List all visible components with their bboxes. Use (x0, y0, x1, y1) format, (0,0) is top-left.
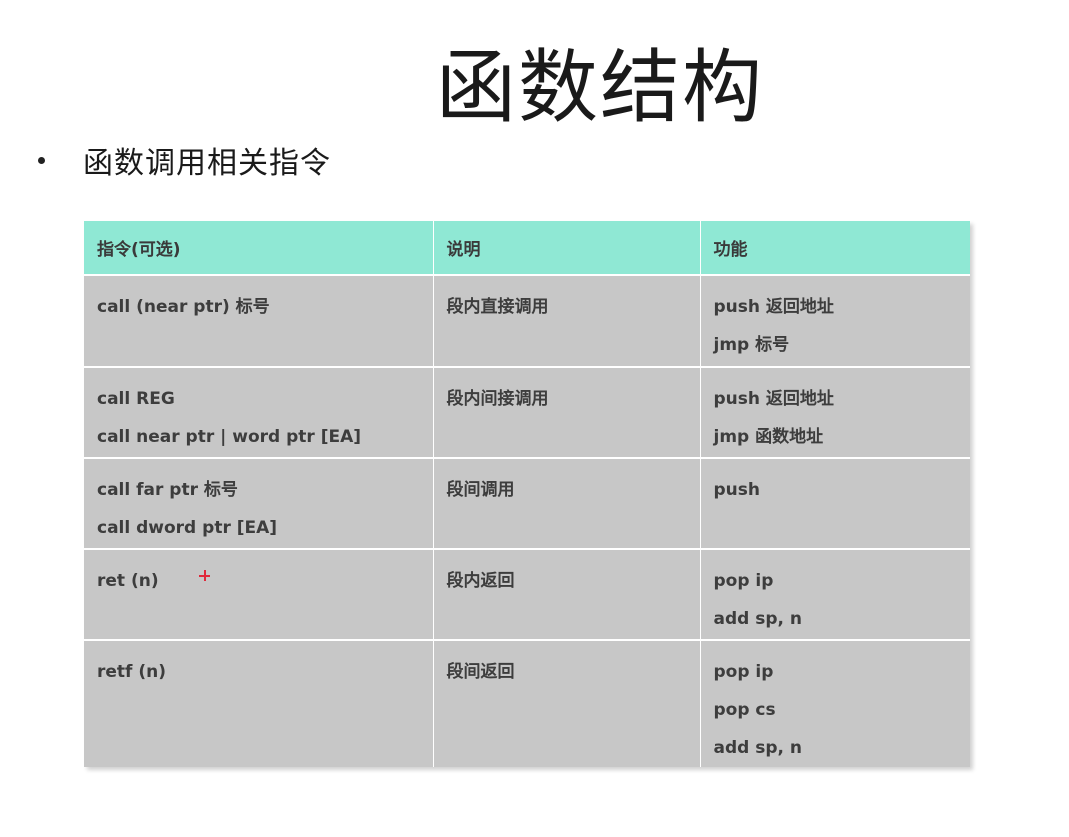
table-row: retf (n) 段间返回 pop ip pop cs add sp, n (84, 639, 970, 767)
table-row: call (near ptr) 标号 段内直接调用 push 返回地址 jmp … (84, 274, 970, 367)
instruction-cell: call far ptr 标号 call dword ptr [EA] (84, 457, 434, 549)
instruction-line: call near ptr | word ptr [EA] (97, 427, 362, 447)
function-cell: push (700, 457, 970, 549)
function-cell: push 返回地址 jmp 标号 (700, 274, 970, 367)
function-line: jmp 标号 (713, 335, 790, 355)
function-line: pop ip (713, 662, 774, 682)
instruction-line: call dword ptr [EA] (97, 518, 278, 538)
bullet-dot-icon (38, 156, 45, 164)
cursor-crosshair-icon (199, 570, 210, 581)
header-instruction: 指令(可选) (84, 221, 434, 275)
function-cell: pop ip add sp, n (700, 548, 970, 640)
header-description: 说明 (433, 221, 701, 275)
function-cell: pop ip pop cs add sp, n (700, 639, 970, 767)
bullet-text: 函数调用相关指令 (83, 146, 331, 181)
table-header-row: 指令(可选) 说明 功能 (84, 221, 970, 275)
instruction-cell: ret (n) (84, 548, 434, 640)
instruction-line: call far ptr 标号 (97, 480, 238, 500)
description-cell: 段间调用 (433, 457, 701, 549)
function-line: pop cs (713, 700, 776, 720)
instruction-line: call REG (97, 389, 175, 409)
instruction-line: call (near ptr) 标号 (97, 297, 270, 317)
instruction-cell: retf (n) (84, 639, 434, 767)
slide-title: 函数结构 (436, 41, 764, 134)
header-function: 功能 (700, 221, 970, 275)
description-cell: 段内返回 (433, 548, 701, 640)
table-row: call REG call near ptr | word ptr [EA] 段… (84, 366, 970, 458)
instruction-cell: call (near ptr) 标号 (84, 274, 434, 367)
function-line: jmp 函数地址 (713, 427, 824, 447)
function-line: pop ip (713, 571, 774, 591)
description-cell: 段间返回 (433, 639, 701, 767)
table-row: ret (n) 段内返回 pop ip add sp, n (84, 548, 970, 640)
bullet-item: 函数调用相关指令 (38, 136, 331, 184)
function-line: add sp, n (713, 738, 803, 758)
function-line: push 返回地址 (713, 297, 834, 317)
instruction-cell: call REG call near ptr | word ptr [EA] (84, 366, 434, 458)
instruction-table: 指令(可选) 说明 功能 call (near ptr) 标号 段内直接调用 p… (84, 221, 970, 767)
instruction-line: retf (n) (97, 662, 166, 682)
function-cell: push 返回地址 jmp 函数地址 (700, 366, 970, 458)
function-line: push (713, 480, 761, 500)
table-row: call far ptr 标号 call dword ptr [EA] 段间调用… (84, 457, 970, 549)
function-line: add sp, n (713, 609, 803, 629)
description-cell: 段内直接调用 (433, 274, 701, 367)
function-line: push 返回地址 (713, 389, 834, 409)
instruction-line: ret (n) (97, 571, 159, 591)
description-cell: 段内间接调用 (433, 366, 701, 458)
